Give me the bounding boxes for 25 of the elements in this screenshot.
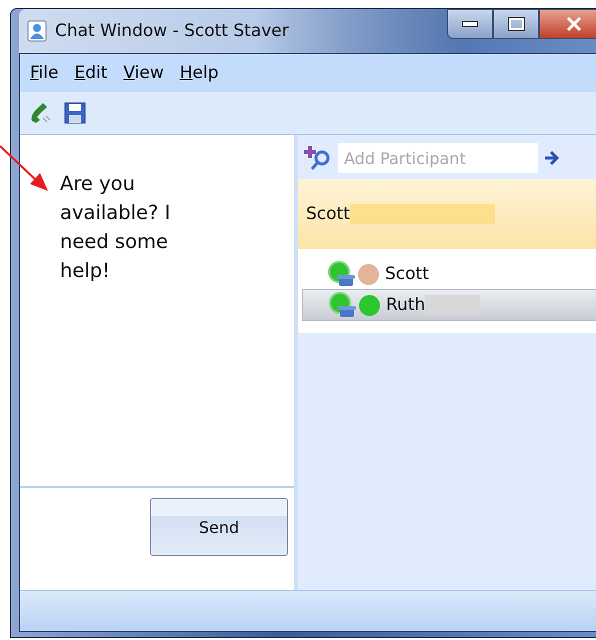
add-participant-field[interactable]: Add Participant <box>338 143 538 173</box>
person-icon <box>27 20 47 42</box>
window-title: Chat Window - Scott Staver <box>55 21 289 41</box>
compose-area[interactable]: Send <box>20 488 294 590</box>
message-text: Are you available? I need some help! <box>60 171 172 284</box>
close-icon <box>566 17 582 31</box>
minimize-button[interactable] <box>447 9 493 39</box>
participant-row[interactable]: Scott <box>302 259 596 289</box>
save-icon[interactable] <box>64 101 86 125</box>
header-name: Scott <box>306 204 350 224</box>
arrow-right-icon[interactable] <box>544 150 560 166</box>
close-button[interactable] <box>539 9 596 39</box>
add-search-icon[interactable] <box>304 145 332 171</box>
menu-item[interactable]: View <box>123 63 164 83</box>
menu-item[interactable]: Edit <box>74 63 108 83</box>
menu-item[interactable]: Help <box>180 63 219 83</box>
redacted-bar <box>425 295 480 315</box>
participant-name: Ruth <box>386 295 426 315</box>
menu-item[interactable]: File <box>30 63 58 83</box>
participant-row[interactable]: Ruth <box>302 289 596 321</box>
participant-name: Scott <box>385 264 429 284</box>
send-button[interactable]: Send <box>150 498 288 556</box>
maximize-button[interactable] <box>493 9 539 39</box>
presence-phone-icon <box>329 292 359 318</box>
presence-phone-icon <box>328 261 358 287</box>
